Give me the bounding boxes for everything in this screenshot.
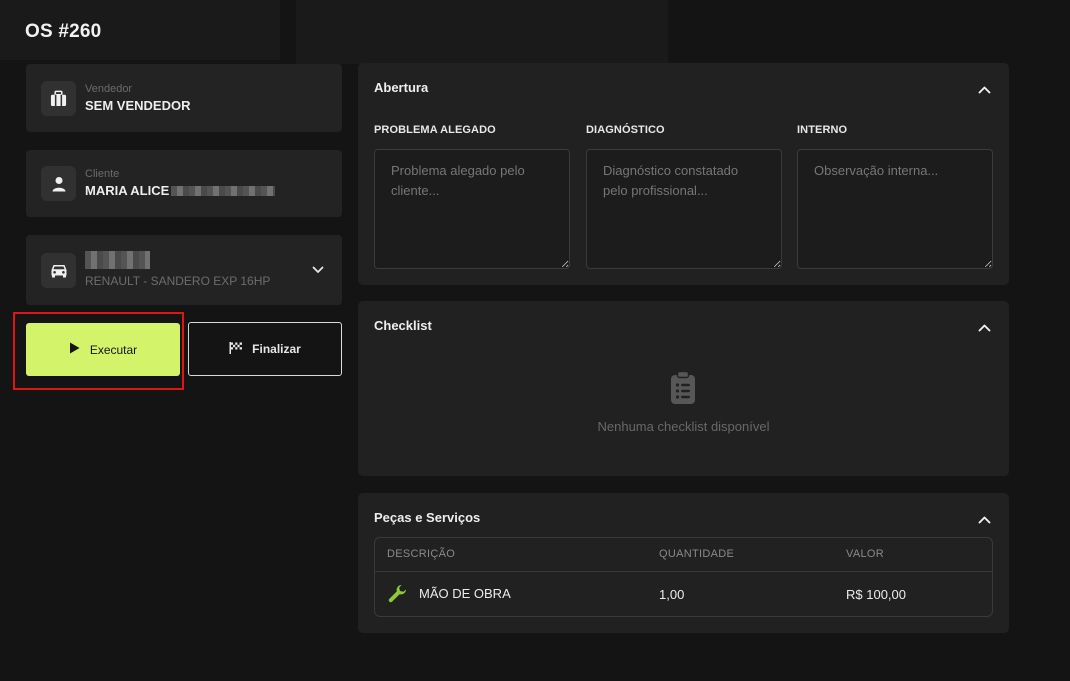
row-quantidade: 1,00 <box>659 587 685 602</box>
column-header-quantidade: QUANTIDADE <box>659 548 735 560</box>
pecas-table: DESCRIÇÃO QUANTIDADE VALOR MÃO DE OBRA 1… <box>374 537 993 617</box>
row-valor: R$ 100,00 <box>846 587 906 602</box>
chevron-up-icon[interactable] <box>978 81 991 99</box>
briefcase-icon <box>41 80 76 116</box>
row-descricao: MÃO DE OBRA <box>419 586 511 601</box>
play-icon <box>69 342 80 357</box>
veiculo-card[interactable]: RENAULT - SANDERO EXP 16HP <box>26 235 342 305</box>
interno-field[interactable] <box>797 149 993 269</box>
background-shadow <box>296 0 668 64</box>
checklist-panel: Checklist Nenhuma checklist disponível <box>358 301 1009 476</box>
vendedor-label: Vendedor <box>85 82 133 95</box>
checkered-flag-icon <box>229 341 243 357</box>
column-header-valor: VALOR <box>846 548 884 560</box>
checklist-title: Checklist <box>374 318 432 333</box>
finalize-button[interactable]: Finalizar <box>188 322 342 376</box>
user-icon <box>41 166 76 201</box>
redacted-surname <box>171 186 276 196</box>
chevron-up-icon[interactable] <box>978 511 991 529</box>
execute-button[interactable]: Executar <box>26 323 180 376</box>
chevron-down-icon[interactable] <box>312 261 324 279</box>
car-icon <box>41 252 76 288</box>
diagnostico-label: DIAGNÓSTICO <box>586 124 665 136</box>
cliente-card[interactable]: Cliente MARIA ALICE <box>26 150 342 217</box>
execute-label: Executar <box>89 342 138 357</box>
interno-label: INTERNO <box>797 124 848 136</box>
problema-field[interactable] <box>374 149 570 269</box>
redacted-plate <box>85 251 150 269</box>
cliente-name: MARIA ALICE <box>85 183 170 198</box>
abertura-title: Abertura <box>374 80 429 95</box>
pecas-title: Peças e Serviços <box>374 510 481 525</box>
vendedor-value: SEM VENDEDOR <box>85 97 191 113</box>
wrench-icon <box>387 584 408 610</box>
clipboard-icon <box>669 370 697 410</box>
table-row[interactable]: MÃO DE OBRA 1,00 R$ 100,00 <box>375 572 992 618</box>
page-title: OS #260 <box>25 21 102 42</box>
abertura-panel: Abertura PROBLEMA ALEGADO DIAGNÓSTICO IN… <box>358 63 1009 285</box>
page: OS #260 Vendedor SEM VENDEDOR Cliente MA… <box>0 0 1070 681</box>
problema-label: PROBLEMA ALEGADO <box>374 124 496 136</box>
vendedor-card[interactable]: Vendedor SEM VENDEDOR <box>26 64 342 132</box>
checklist-empty-text: Nenhuma checklist disponível <box>597 419 770 434</box>
finalize-label: Finalizar <box>252 342 301 356</box>
pecas-panel: Peças e Serviços DESCRIÇÃO QUANTIDADE VA… <box>358 493 1009 633</box>
chevron-up-icon[interactable] <box>978 319 991 337</box>
diagnostico-field[interactable] <box>586 149 782 269</box>
cliente-value-wrap: MARIA ALICE <box>85 182 276 200</box>
cliente-label: Cliente <box>85 168 120 180</box>
veiculo-model: RENAULT - SANDERO EXP 16HP <box>85 274 271 288</box>
column-header-descricao: DESCRIÇÃO <box>387 548 456 560</box>
